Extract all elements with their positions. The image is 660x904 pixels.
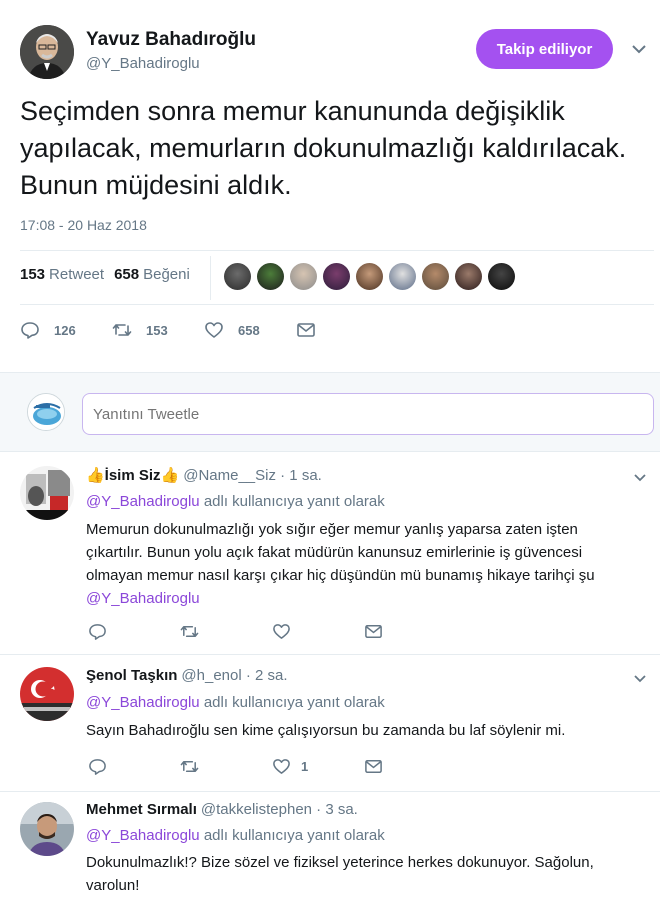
retweet-label: Retweet bbox=[49, 266, 105, 283]
current-user-avatar[interactable] bbox=[27, 393, 65, 431]
liker-avatar[interactable] bbox=[356, 263, 383, 290]
tweet-text: Seçimden sonra memur kanununda değişikli… bbox=[20, 96, 627, 200]
retweet-icon bbox=[112, 324, 132, 336]
message-button[interactable] bbox=[364, 757, 456, 776]
retweet-button[interactable] bbox=[180, 622, 272, 641]
reply-author-name[interactable]: Mehmet Sırmalı bbox=[86, 801, 197, 818]
heart-icon bbox=[205, 322, 223, 338]
envelope-icon bbox=[365, 625, 382, 638]
retweet-icon bbox=[180, 760, 199, 773]
reply-like-count: 1 bbox=[301, 759, 309, 774]
reply-button[interactable] bbox=[88, 757, 180, 776]
reply-header: Şenol Taşkın @h_enol · 2 sa. bbox=[86, 667, 288, 684]
reply-author-handle[interactable]: @takkelistephen · 3 sa. bbox=[201, 801, 358, 818]
reply-button[interactable]: 126 bbox=[20, 320, 112, 340]
liker-avatar[interactable] bbox=[455, 263, 482, 290]
reply-author-avatar[interactable] bbox=[20, 466, 74, 520]
reply-text: Sayın Bahadıroğlu sen kime çalışıyorsun … bbox=[86, 722, 566, 739]
reply-context-text: adlı kullanıcıya yanıt olarak bbox=[203, 827, 385, 844]
message-button[interactable] bbox=[364, 622, 456, 641]
retweet-action-count: 153 bbox=[146, 322, 168, 338]
tweet-stats: 153 Retweet 658 Beğeni bbox=[20, 266, 190, 283]
mention-link[interactable]: @Y_Bahadiroglu bbox=[86, 694, 200, 711]
liker-avatar[interactable] bbox=[389, 263, 416, 290]
heart-icon bbox=[273, 759, 290, 774]
reply-author-handle[interactable]: @Name__Siz · 1 sa. bbox=[183, 467, 322, 484]
like-count: 658 bbox=[114, 266, 140, 283]
reply-author-avatar[interactable] bbox=[20, 802, 74, 856]
liker-avatar[interactable] bbox=[422, 263, 449, 290]
reply-context: @Y_Bahadiroglu adlı kullanıcıya yanıt ol… bbox=[86, 493, 385, 510]
liker-avatar[interactable] bbox=[488, 263, 515, 290]
reply-composer bbox=[0, 372, 660, 452]
main-tweet: Yavuz Bahadıroğlu @Y_Bahadiroglu Takip e… bbox=[0, 0, 660, 372]
author-avatar[interactable] bbox=[20, 25, 74, 79]
retweet-icon bbox=[180, 625, 199, 638]
reply-icon bbox=[21, 322, 39, 339]
envelope-icon bbox=[365, 760, 382, 773]
liker-avatar[interactable] bbox=[224, 263, 251, 290]
following-button[interactable]: Takip ediliyor bbox=[476, 29, 613, 69]
reply-context: @Y_Bahadiroglu adlı kullanıcıya yanıt ol… bbox=[86, 694, 385, 711]
reply-text-body: Memurun dokunulmazlığı yok sığır eğer me… bbox=[86, 521, 595, 584]
reply-context-text: adlı kullanıcıya yanıt olarak bbox=[203, 694, 385, 711]
reply-actions: 1 bbox=[88, 757, 456, 776]
reply-header: 👍İsim Siz👍 @Name__Siz · 1 sa. bbox=[86, 466, 322, 484]
chevron-down-icon[interactable] bbox=[632, 671, 648, 687]
reply-input[interactable] bbox=[82, 393, 654, 435]
liker-avatar[interactable] bbox=[290, 263, 317, 290]
liker-avatar[interactable] bbox=[257, 263, 284, 290]
like-button[interactable]: 1 bbox=[272, 757, 364, 776]
chevron-down-icon[interactable] bbox=[632, 470, 648, 486]
mention-link[interactable]: @Y_Bahadiroglu bbox=[86, 827, 200, 844]
reply-tweet[interactable]: Mehmet Sırmalı @takkelistephen · 3 sa. @Y… bbox=[0, 792, 660, 904]
reply-tweet[interactable]: 👍İsim Siz👍 @Name__Siz · 1 sa. @Y_Bahadiro… bbox=[0, 452, 660, 655]
reply-text: Dokunulmazlık!? Bize sözel ve fiziksel y… bbox=[86, 854, 594, 894]
divider bbox=[20, 304, 654, 305]
like-button[interactable]: 658 bbox=[204, 320, 296, 340]
reply-context: @Y_Bahadiroglu adlı kullanıcıya yanıt ol… bbox=[86, 827, 385, 844]
retweet-count: 153 bbox=[20, 266, 46, 283]
envelope-icon bbox=[297, 323, 315, 337]
author-handle[interactable]: @Y_Bahadiroglu bbox=[86, 55, 200, 72]
reply-count: 126 bbox=[54, 322, 76, 338]
liker-avatar[interactable] bbox=[323, 263, 350, 290]
like-button[interactable] bbox=[272, 622, 364, 641]
retweet-stat[interactable]: 153 Retweet bbox=[20, 266, 104, 283]
reply-icon bbox=[89, 624, 106, 640]
retweet-button[interactable] bbox=[180, 757, 272, 776]
reply-icon bbox=[89, 759, 106, 775]
reply-author-handle[interactable]: @h_enol · 2 sa. bbox=[181, 667, 287, 684]
tweet-actions: 126 153 658 bbox=[20, 320, 316, 340]
mention-link[interactable]: @Y_Bahadiroglu bbox=[86, 590, 200, 607]
chevron-down-icon[interactable] bbox=[630, 40, 648, 58]
likers-avatars bbox=[224, 263, 515, 290]
like-label: Beğeni bbox=[143, 266, 190, 283]
reply-tweet[interactable]: Şenol Taşkın @h_enol · 2 sa. @Y_Bahadirog… bbox=[0, 655, 660, 792]
stats-separator bbox=[210, 256, 211, 300]
message-button[interactable] bbox=[296, 320, 316, 340]
mention-link[interactable]: @Y_Bahadiroglu bbox=[86, 493, 200, 510]
heart-icon bbox=[273, 624, 290, 639]
reply-author-avatar[interactable] bbox=[20, 667, 74, 721]
reply-actions bbox=[88, 622, 456, 641]
retweet-button[interactable]: 153 bbox=[112, 320, 204, 340]
reply-context-text: adlı kullanıcıya yanıt olarak bbox=[203, 493, 385, 510]
reply-author-name[interactable]: 👍İsim Siz👍 bbox=[86, 467, 179, 484]
like-stat[interactable]: 658 Beğeni bbox=[114, 266, 190, 283]
reply-header: Mehmet Sırmalı @takkelistephen · 3 sa. bbox=[86, 801, 358, 818]
divider bbox=[20, 250, 654, 251]
author-name[interactable]: Yavuz Bahadıroğlu bbox=[86, 29, 256, 51]
like-action-count: 658 bbox=[238, 322, 260, 338]
reply-button[interactable] bbox=[88, 622, 180, 641]
reply-author-name[interactable]: Şenol Taşkın bbox=[86, 667, 177, 684]
tweet-timestamp[interactable]: 17:08 - 20 Haz 2018 bbox=[20, 217, 147, 233]
reply-text: Memurun dokunulmazlığı yok sığır eğer me… bbox=[86, 518, 626, 610]
